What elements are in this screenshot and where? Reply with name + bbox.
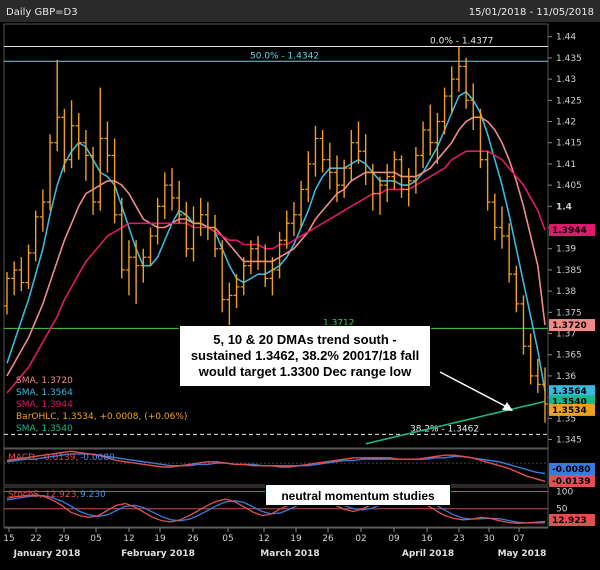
price-tick-label: 1.41: [556, 160, 576, 170]
date-range: 15/01/2018 - 11/05/2018: [469, 7, 594, 18]
legend-entry: SMA, 1.3540: [16, 424, 73, 434]
macd-tag: -0.0139: [552, 477, 590, 487]
legend-entry: SMA, 1.3720: [16, 376, 73, 386]
x-tick-label: 26: [322, 534, 334, 544]
price-tick-label: 1.36: [556, 372, 576, 382]
legend-entry: SMA, 1.3564: [16, 388, 73, 398]
x-tick-label: 12: [258, 534, 269, 544]
price-tick-label: 1.425: [556, 96, 582, 106]
price-tag: 1.3944: [552, 226, 587, 236]
macd-signal-tag: -0.0080: [552, 465, 590, 475]
price-tick-label: 1.435: [556, 54, 582, 64]
price-tick-label: 1.415: [556, 139, 582, 149]
price-tick-label: 1.405: [556, 181, 582, 191]
stoch-note-text: neutral momentum studies: [281, 489, 435, 503]
price-tick-label: 1.42: [556, 118, 576, 128]
stoch-note-box: neutral momentum studies: [265, 484, 451, 506]
price-tick-label: 1.38: [556, 287, 576, 297]
price-tag: 1.3534: [552, 406, 587, 416]
stoch-tag: 12.923: [552, 516, 587, 526]
x-tick-label: 15: [3, 534, 14, 544]
x-tick-label: 30: [483, 534, 495, 544]
x-tick-label: 12: [123, 534, 134, 544]
price-tick-label: 1.385: [556, 266, 582, 276]
x-tick-label: 26: [187, 534, 199, 544]
price-tick-label: 1.39: [556, 245, 576, 255]
annotation-box: 5, 10 & 20 DMAs trend south - sustained …: [179, 325, 431, 387]
price-tick-label: 1.345: [556, 436, 582, 446]
annotation-text: 5, 10 & 20 DMAs trend south - sustained …: [190, 332, 420, 379]
x-tick-label: 07: [513, 534, 524, 544]
x-month-label: May 2018: [498, 549, 547, 559]
x-tick-label: 19: [154, 534, 166, 544]
price-tick-label: 1.4: [556, 202, 572, 212]
x-tick-label: 22: [30, 534, 41, 544]
price-tag: 1.3720: [552, 321, 587, 331]
x-tick-label: 16: [421, 534, 433, 544]
macd-signal-label: -0.0080: [80, 453, 115, 463]
stoch-signal-label: 9.230: [80, 490, 106, 500]
x-month-label: February 2018: [121, 549, 195, 559]
x-month-label: March 2018: [260, 549, 319, 559]
price-tick-label: 1.365: [556, 351, 582, 361]
legend-entry: BarOHLC, 1.3534, +0.0008, (+0.06%): [16, 412, 187, 422]
price-tick-label: 1.44: [556, 33, 576, 43]
x-tick-label: 09: [388, 534, 400, 544]
macd-label: MACD, -0.0139,: [8, 453, 78, 463]
price-tick-label: 1.375: [556, 308, 582, 318]
stoch-tick-label: 100: [556, 487, 573, 497]
x-month-label: April 2018: [402, 549, 454, 559]
x-tick-label: 05: [222, 534, 233, 544]
legend-entry: SMA, 1.3944: [16, 400, 73, 410]
x-tick-label: 23: [453, 534, 464, 544]
chart-window: Daily GBP=D3 15/01/2018 - 11/05/2018 0.0…: [0, 0, 600, 570]
level-label: 0.0% - 1.4377: [430, 36, 493, 46]
level-label: 50.0% - 1.4342: [250, 51, 319, 61]
chart-title: Daily GBP=D3: [6, 7, 78, 18]
x-month-label: January 2018: [13, 549, 81, 559]
x-tick-label: 05: [90, 534, 101, 544]
stoch-tick-label: 50: [556, 505, 568, 515]
x-tick-label: 02: [355, 534, 366, 544]
x-tick-label: 29: [58, 534, 70, 544]
x-tick-label: 19: [290, 534, 302, 544]
price-tick-label: 1.43: [556, 75, 576, 85]
stoch-label: StochS, 12.923,: [8, 490, 79, 500]
